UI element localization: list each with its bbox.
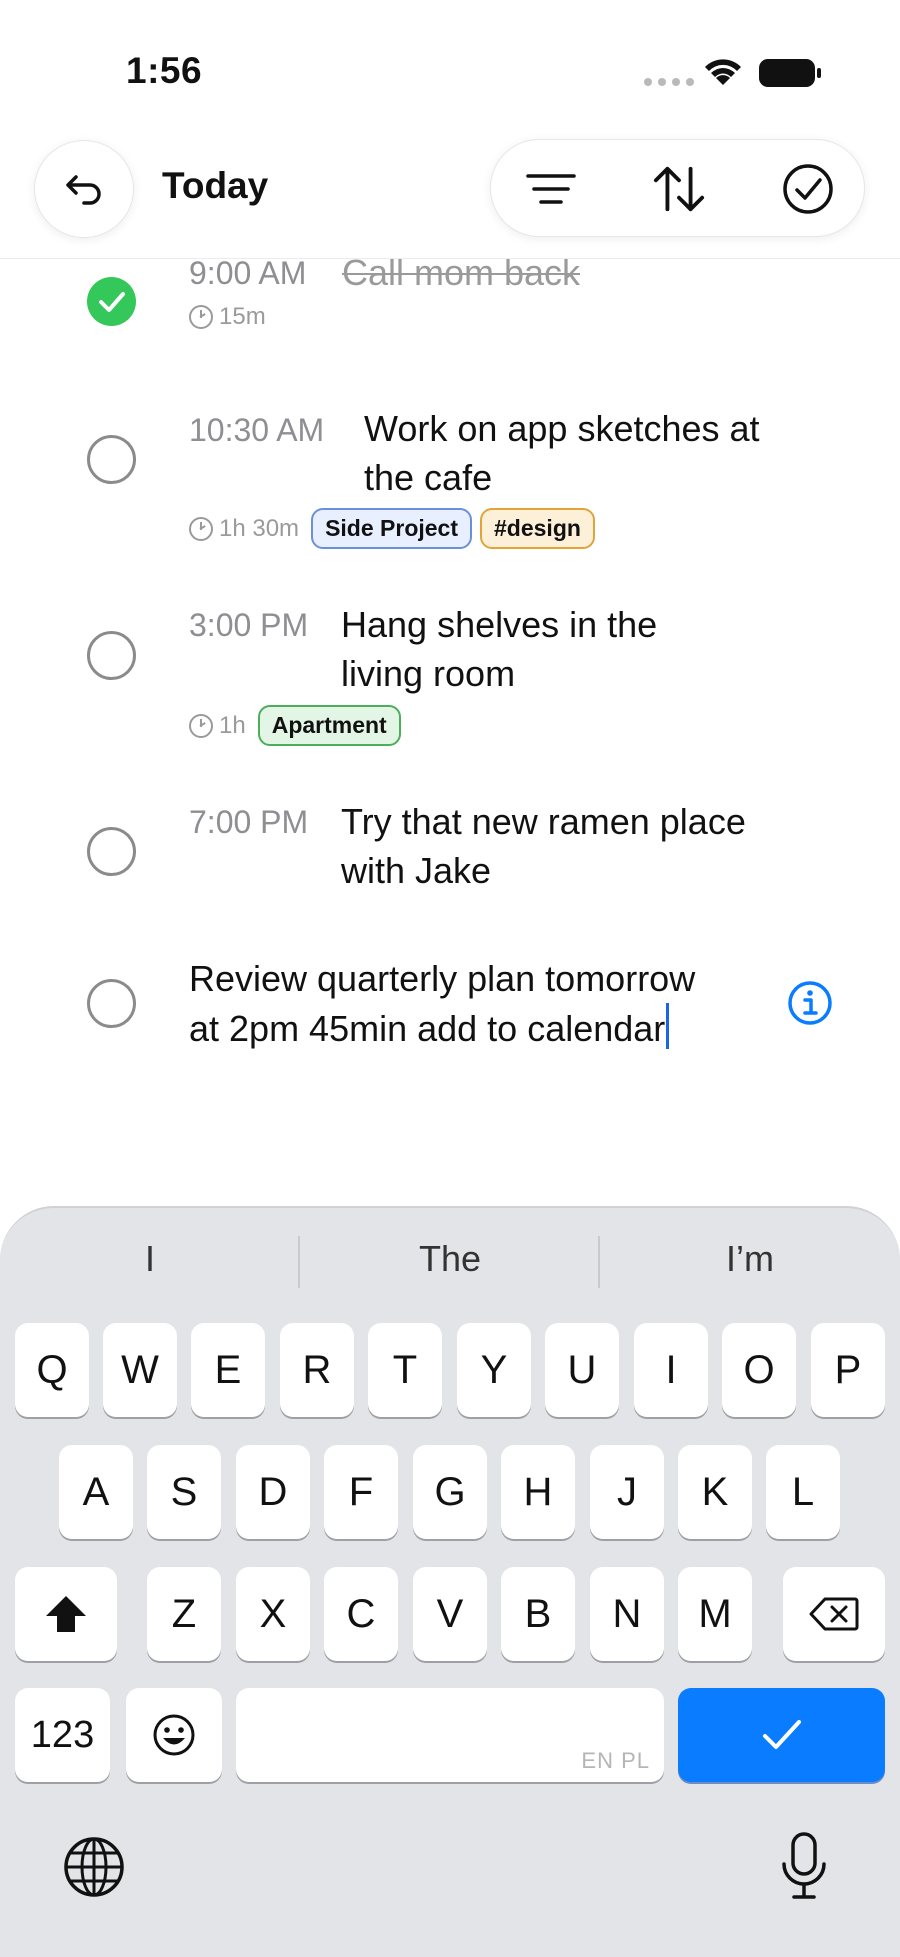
key[interactable]: O (722, 1323, 796, 1417)
clock-icon (189, 713, 213, 738)
emoji-key[interactable] (126, 1688, 222, 1782)
undo-arrow-icon (66, 175, 101, 205)
delete-key[interactable] (783, 1567, 885, 1661)
key[interactable]: Z (147, 1567, 221, 1661)
clock-icon (189, 516, 213, 541)
key[interactable]: B (501, 1567, 575, 1661)
task-time: 7:00 PM (189, 804, 309, 840)
task-title-line: Try that new ramen place (341, 801, 746, 842)
task-meta: 1h 30m Side Project #design (189, 508, 595, 549)
task-checkbox[interactable] (87, 979, 136, 1028)
key[interactable]: P (811, 1323, 885, 1417)
key[interactable]: C (324, 1567, 398, 1661)
task-time: 3:00 PM (189, 607, 309, 643)
task-meta: 15m (189, 303, 270, 331)
done-key[interactable] (678, 1688, 885, 1782)
key[interactable]: A (59, 1445, 133, 1539)
signal-dots-icon (644, 78, 694, 86)
duration: 15m (189, 303, 266, 331)
tag-design[interactable]: #design (480, 508, 595, 549)
task-checkbox-done[interactable] (87, 277, 136, 326)
key[interactable]: Y (457, 1323, 531, 1417)
task-title[interactable]: Work on app sketches at the cafe (364, 404, 760, 502)
task-title[interactable]: Try that new ramen place with Jake (341, 797, 746, 895)
key[interactable]: N (590, 1567, 664, 1661)
key[interactable]: H (501, 1445, 575, 1539)
task-title-line: Hang shelves in the (341, 604, 658, 645)
emoji-face-icon (153, 1714, 195, 1756)
task-time: 9:00 AM (189, 255, 307, 291)
key[interactable]: J (590, 1445, 664, 1539)
suggestion[interactable]: I (0, 1238, 300, 1288)
duration-label: 1h 30m (219, 514, 300, 542)
key[interactable]: Q (15, 1323, 89, 1417)
wifi-icon (705, 59, 741, 85)
toolbar-group (490, 139, 865, 237)
key[interactable]: S (147, 1445, 221, 1539)
task-title[interactable]: Hang shelves in the living room (341, 600, 657, 698)
key[interactable]: R (280, 1323, 354, 1417)
key[interactable]: V (413, 1567, 487, 1661)
space-language-label: EN PL (581, 1748, 650, 1773)
numbers-key[interactable]: 123 (15, 1688, 110, 1782)
task-title-line: living room (341, 653, 516, 694)
tag-side-project[interactable]: Side Project (311, 508, 472, 549)
filter-button[interactable] (524, 162, 578, 216)
space-key[interactable]: EN PL (236, 1688, 664, 1782)
task-title-line: Work on app sketches at (364, 408, 760, 449)
key[interactable]: X (236, 1567, 310, 1661)
page-title: Today (162, 165, 269, 206)
key[interactable]: F (324, 1445, 398, 1539)
suggestion[interactable]: The (300, 1238, 600, 1288)
tag-apartment[interactable]: Apartment (257, 705, 401, 746)
duration: 1h (189, 712, 246, 740)
task-title[interactable]: Call mom back (342, 248, 580, 297)
shift-arrow-icon (46, 1596, 86, 1632)
new-task-line: at 2pm 45min add to calendar (189, 1008, 666, 1049)
shift-key[interactable] (15, 1567, 117, 1661)
key[interactable]: G (413, 1445, 487, 1539)
checkmark-circle-icon (783, 164, 833, 214)
new-task-input[interactable]: Review quarterly plan tomorrow at 2pm 45… (189, 954, 779, 1053)
key[interactable]: T (368, 1323, 442, 1417)
key[interactable]: E (191, 1323, 265, 1417)
task-title-line: with Jake (341, 850, 492, 891)
sort-button[interactable] (652, 162, 706, 216)
globe-icon[interactable] (63, 1836, 125, 1898)
select-button[interactable] (781, 162, 835, 216)
task-title-line: the cafe (364, 457, 493, 498)
battery-icon (759, 59, 821, 87)
task-checkbox[interactable] (87, 631, 136, 680)
new-task-line: Review quarterly plan tomorrow (189, 958, 696, 999)
sort-arrows-icon (653, 166, 705, 212)
back-button[interactable] (34, 140, 134, 238)
clock-icon (189, 305, 213, 329)
key[interactable]: U (545, 1323, 619, 1417)
checkmark-icon (98, 291, 125, 312)
suggestion[interactable]: I’m (600, 1238, 900, 1288)
backspace-icon (809, 1597, 859, 1631)
duration: 1h 30m (189, 515, 299, 543)
filter-lines-icon (526, 174, 576, 204)
duration-label: 15m (219, 303, 266, 330)
key[interactable]: M (678, 1567, 752, 1661)
new-task-line-wrap: at 2pm 45min add to calendar (189, 1003, 779, 1053)
duration-label: 1h (219, 711, 246, 739)
key[interactable]: D (236, 1445, 310, 1539)
key[interactable]: L (766, 1445, 840, 1539)
task-checkbox[interactable] (87, 827, 136, 876)
key[interactable]: I (634, 1323, 708, 1417)
key[interactable]: W (103, 1323, 177, 1417)
checkmark-icon (762, 1720, 801, 1749)
task-time: 10:30 AM (189, 412, 325, 448)
status-time: 1:56 (126, 50, 203, 91)
task-meta: 1h Apartment (189, 705, 401, 746)
task-checkbox[interactable] (87, 435, 136, 484)
info-icon[interactable] (787, 980, 833, 1026)
text-caret (666, 1003, 670, 1049)
key[interactable]: K (678, 1445, 752, 1539)
microphone-icon[interactable] (780, 1830, 828, 1902)
